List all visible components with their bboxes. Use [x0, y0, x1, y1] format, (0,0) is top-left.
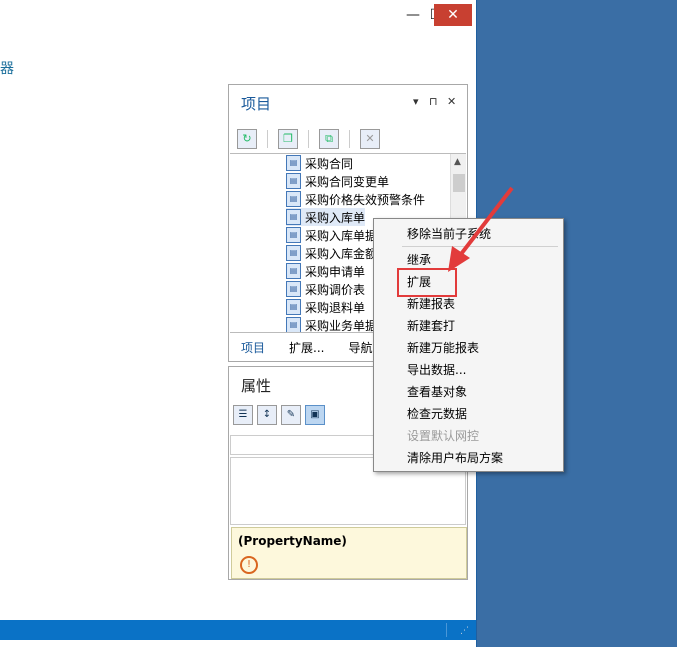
- warning-icon: !: [240, 556, 258, 574]
- scroll-up-icon[interactable]: ▲: [454, 157, 461, 167]
- tree-item[interactable]: ▤ 采购价格失效预警条件: [286, 190, 425, 208]
- pin-icon[interactable]: ⊓: [429, 95, 438, 108]
- tree-item[interactable]: ▤ 采购合同: [286, 154, 353, 172]
- menu-item-clear-layout[interactable]: 清除用户布局方案: [407, 449, 503, 466]
- document-icon: ▤: [286, 173, 301, 189]
- menu-item-check-metadata[interactable]: 检查元数据: [407, 405, 467, 422]
- panel-close-icon[interactable]: ✕: [447, 95, 456, 108]
- property-description: (PropertyName) !: [231, 527, 467, 579]
- document-icon: ▤: [286, 245, 301, 261]
- toolbar-separator: [349, 130, 350, 148]
- document-icon: ▤: [286, 155, 301, 171]
- copy-icon[interactable]: ⧉: [319, 129, 339, 149]
- close-button[interactable]: ✕: [434, 4, 472, 26]
- menu-item-new-print-template[interactable]: 新建套打: [407, 317, 455, 334]
- tab-extension[interactable]: 扩展...: [277, 335, 336, 359]
- tree-item[interactable]: ▤ 采购业务单据: [286, 316, 377, 332]
- resize-grip-icon[interactable]: ⋰: [460, 626, 469, 636]
- menu-item-new-universal-report[interactable]: 新建万能报表: [407, 339, 479, 356]
- tree-item-selected[interactable]: ▤ 采购入库单: [286, 208, 366, 226]
- document-icon: ▤: [286, 263, 301, 279]
- menu-item-export-data[interactable]: 导出数据...: [407, 361, 466, 378]
- property-name: (PropertyName): [238, 534, 347, 548]
- annotation-arrow-icon: [448, 186, 514, 272]
- windows-icon[interactable]: ❐: [278, 129, 298, 149]
- tab-project[interactable]: 项目: [229, 335, 277, 359]
- document-icon: ▤: [286, 299, 301, 315]
- toolbar-separator: [308, 130, 309, 148]
- title-bar: — ☐ ✕: [0, 0, 476, 32]
- properties-toolbar: ☰ ↕ ✎ ▣: [233, 405, 325, 425]
- properties-panel-title: 属性: [241, 377, 272, 395]
- dropdown-icon[interactable]: ▾: [413, 95, 419, 108]
- menu-item-inherit[interactable]: 继承: [407, 251, 431, 268]
- cropped-label: 器: [0, 61, 14, 77]
- categorized-icon[interactable]: ☰: [233, 405, 253, 425]
- tree-item[interactable]: ▤ 采购合同变更单: [286, 172, 389, 190]
- project-toolbar: ↻ ❐ ⧉ ✕: [237, 129, 380, 149]
- tree-item[interactable]: ▤ 采购入库金额: [286, 244, 377, 262]
- refresh-icon[interactable]: ↻: [237, 129, 257, 149]
- document-icon: ▤: [286, 227, 301, 243]
- tree-item[interactable]: ▤ 采购入库单据: [286, 226, 377, 244]
- tree-item[interactable]: ▤ 采购退料单: [286, 298, 365, 316]
- status-bar: ⋰: [0, 620, 476, 640]
- status-separator: [446, 623, 447, 637]
- document-icon: ▤: [286, 281, 301, 297]
- tree-item[interactable]: ▤ 采购调价表: [286, 280, 365, 298]
- menu-item-view-base-object[interactable]: 查看基对象: [407, 383, 467, 400]
- document-icon: ▤: [286, 191, 301, 207]
- document-icon: ▤: [286, 209, 301, 225]
- sort-alpha-icon[interactable]: ↕: [257, 405, 277, 425]
- project-panel-title: 项目: [241, 95, 272, 113]
- properties-icon[interactable]: ▣: [305, 405, 325, 425]
- delete-icon[interactable]: ✕: [360, 129, 380, 149]
- tree-item[interactable]: ▤ 采购申请单: [286, 262, 365, 280]
- property-pages-icon[interactable]: ✎: [281, 405, 301, 425]
- menu-item-set-default-netcontrol: 设置默认网控: [407, 429, 480, 443]
- menu-item-new-report[interactable]: 新建报表: [407, 295, 455, 312]
- toolbar-separator: [267, 130, 268, 148]
- minimize-button[interactable]: —: [400, 4, 426, 26]
- document-icon: ▤: [286, 317, 301, 332]
